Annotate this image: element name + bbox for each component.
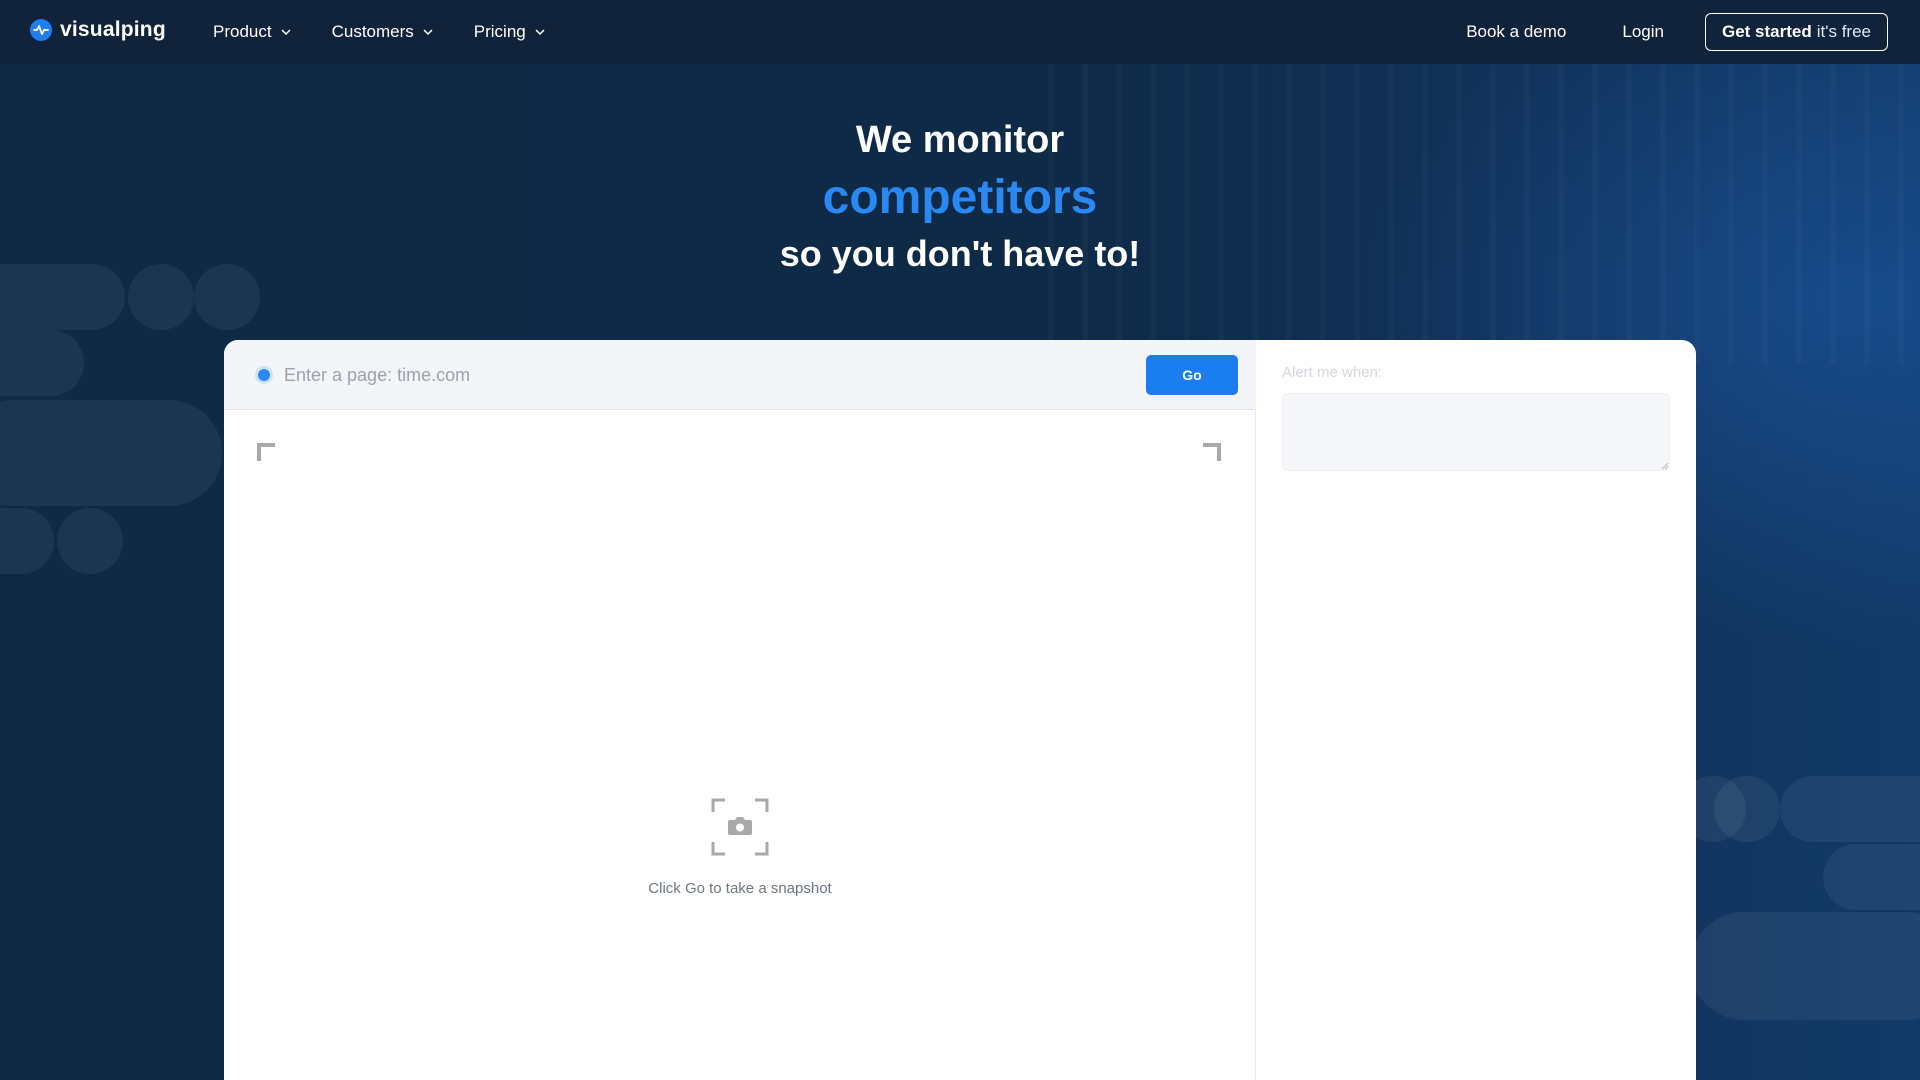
nav-menu: Product Customers Pricing — [213, 0, 546, 64]
snapshot-placeholder: Click Go to take a snapshot — [224, 798, 1256, 897]
get-started-button[interactable]: Get started it's free — [1704, 13, 1888, 51]
book-demo-link[interactable]: Book a demo — [1466, 22, 1566, 42]
cta-sublabel: it's free — [1816, 22, 1871, 41]
preview-pane: Go Click Go to take a snapshot — [224, 340, 1256, 1080]
chevron-down-icon — [535, 29, 545, 36]
hero-line-3: so you don't have to! — [779, 233, 1141, 274]
nav-item-label: Customers — [331, 22, 414, 41]
nav-actions: Book a demo Login Get started it's free — [1466, 13, 1888, 51]
top-navbar: visualping Product Customers Pricing Boo… — [0, 0, 1920, 64]
nav-item-label: Product — [213, 22, 272, 41]
nav-item-customers[interactable]: Customers — [332, 22, 434, 42]
monitor-card: Go Click Go to take a snapshot Alert me … — [224, 340, 1696, 1080]
url-bar: Go — [224, 340, 1256, 410]
alert-label: Alert me when: — [1282, 364, 1383, 381]
crop-corner-top-left — [257, 443, 275, 461]
brand-name: visualping — [60, 18, 166, 41]
alert-pane: Alert me when: — [1256, 340, 1696, 1080]
pulse-icon — [30, 19, 52, 41]
cta-label: Get started — [1721, 22, 1812, 41]
decor-dot — [57, 508, 123, 574]
hero-highlight: competitors — [822, 171, 1098, 224]
nav-item-label: Pricing — [473, 22, 526, 41]
hero-line-1: We monitor — [855, 119, 1065, 161]
decor-pill — [1823, 844, 1920, 910]
status-dot-icon — [258, 369, 270, 381]
nav-item-product[interactable]: Product — [213, 22, 292, 42]
decor-pill — [0, 330, 84, 396]
decor-pill — [1780, 776, 1920, 842]
go-button[interactable]: Go — [1146, 355, 1238, 395]
login-link[interactable]: Login — [1622, 22, 1664, 42]
camera-icon — [711, 798, 769, 856]
hero-heading: We monitor competitors so you don't have… — [0, 110, 1920, 282]
snapshot-hint: Click Go to take a snapshot — [648, 880, 832, 897]
brand-logo[interactable]: visualping — [30, 18, 166, 42]
nav-item-pricing[interactable]: Pricing — [474, 22, 546, 42]
decor-pill — [1690, 912, 1920, 1020]
resize-handle-icon[interactable] — [1661, 462, 1669, 470]
crop-corner-top-right — [1203, 443, 1221, 461]
decor-dot — [1714, 776, 1780, 842]
chevron-down-icon — [281, 29, 291, 36]
decor-pill — [0, 400, 222, 506]
chevron-down-icon — [423, 29, 433, 36]
url-input[interactable] — [284, 358, 1114, 392]
alert-textarea[interactable] — [1282, 393, 1670, 471]
